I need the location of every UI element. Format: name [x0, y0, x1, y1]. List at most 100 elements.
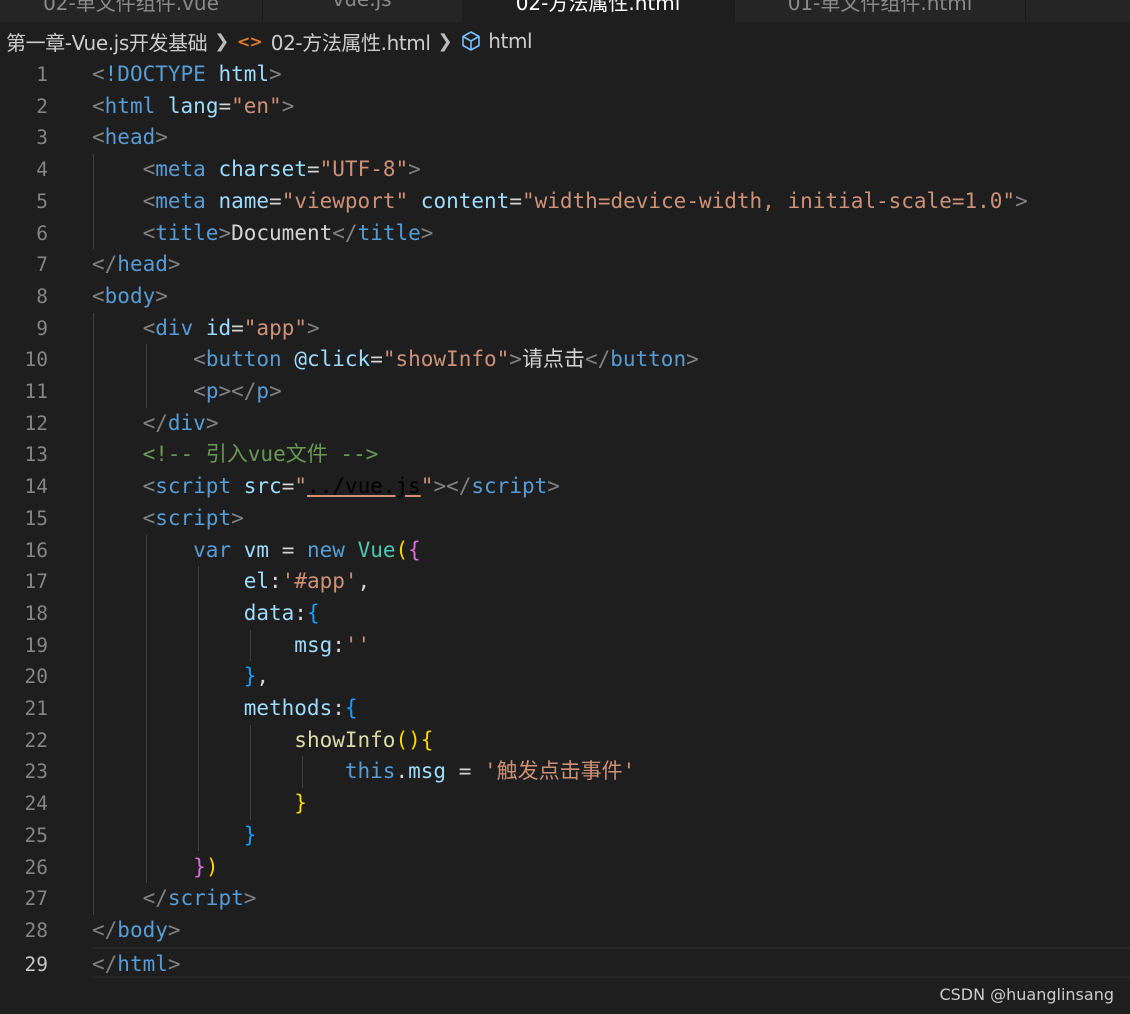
tab-vue-js[interactable]: vue.js	[263, 0, 461, 22]
code-line[interactable]: 25 }	[0, 820, 1130, 852]
code-text: </div>	[92, 408, 219, 440]
code-token: "en"	[231, 93, 282, 118]
code-token: button	[205, 347, 282, 372]
code-token: >	[547, 474, 560, 499]
line-number: 2	[36, 94, 48, 118]
line-number: 15	[24, 506, 48, 530]
code-line[interactable]: 6 <title>Document</title>	[0, 218, 1130, 250]
code-line[interactable]: 15 <script>	[0, 503, 1130, 535]
code-line[interactable]: 12 </div>	[0, 408, 1130, 440]
code-token: >	[155, 283, 168, 308]
code-line[interactable]: 14 <script src="../vue.js"></script>	[0, 471, 1130, 503]
code-line[interactable]: 5 <meta name="viewport" content="width=d…	[0, 186, 1130, 218]
code-token: meta	[155, 188, 206, 213]
code-token: charset	[218, 157, 307, 182]
line-number: 10	[24, 348, 48, 372]
code-token: =	[306, 157, 320, 182]
code-token: ''	[344, 632, 371, 657]
breadcrumb-folder[interactable]: 第一章-Vue.js开发基础	[6, 27, 208, 56]
code-text: </script>	[92, 883, 257, 915]
line-number: 12	[24, 411, 48, 435]
code-text: <meta charset="UTF-8">	[92, 154, 421, 186]
indent-guide	[250, 629, 251, 662]
code-token: =	[231, 315, 244, 340]
code-line[interactable]: 16 var vm = new Vue({	[0, 535, 1130, 567]
line-number: 25	[24, 823, 48, 847]
code-line[interactable]: 27 </script>	[0, 883, 1130, 915]
code-line[interactable]: 19 msg:''	[0, 630, 1130, 662]
indent-guide	[198, 566, 199, 852]
line-number: 28	[24, 918, 48, 942]
line-number: 4	[36, 158, 48, 182]
code-line[interactable]: 18 data:{	[0, 598, 1130, 630]
code-token: >	[269, 62, 282, 86]
code-text: <script>	[92, 503, 244, 535]
code-token: >	[218, 220, 232, 245]
tab-02-method-properties-html[interactable]: 02-方法属性.html	[462, 0, 734, 22]
line-number: 11	[24, 380, 48, 403]
code-line[interactable]: 2 <html lang="en">	[0, 91, 1130, 123]
code-token: title	[357, 220, 421, 245]
tab-01-single-file-component-html[interactable]: 01-单文件组件.html	[735, 0, 1025, 22]
code-line[interactable]: 20 },	[0, 661, 1130, 693]
indent-guide	[93, 312, 94, 915]
tab-label: 01-单文件组件.html	[787, 0, 973, 15]
breadcrumb-symbol[interactable]: html	[488, 29, 532, 53]
line-number: 21	[24, 697, 48, 720]
code-text: <p></p>	[92, 376, 282, 408]
code-line[interactable]: 7 </head>	[0, 249, 1130, 281]
code-line[interactable]: 26 })	[0, 852, 1130, 884]
indent-guide	[250, 724, 251, 820]
code-text: this.msg = '触发点击事件'	[92, 756, 635, 788]
code-text: <meta name="viewport" content="width=dev…	[92, 186, 1028, 218]
code-line[interactable]: 3 <head>	[0, 122, 1130, 154]
code-text: methods:{	[92, 693, 358, 725]
code-text: <button @click="showInfo">请点击</button>	[92, 344, 699, 376]
code-token: :	[269, 569, 282, 594]
tab-02-single-file-component-vue[interactable]: 02-单文件组件.vue	[0, 0, 262, 22]
code-token: "	[294, 474, 307, 499]
code-token: button	[610, 347, 687, 372]
code-token: </	[92, 252, 118, 277]
code-token: >	[509, 347, 522, 372]
code-token: <	[92, 62, 105, 86]
code-line[interactable]: 21 methods:{	[0, 693, 1130, 725]
line-number: 20	[24, 665, 48, 689]
code-token: <	[142, 220, 156, 245]
code-token: >	[231, 505, 244, 530]
code-line[interactable]: 24 }	[0, 788, 1130, 820]
code-token: <	[92, 125, 105, 150]
breadcrumb-file[interactable]: 02-方法属性.html	[271, 27, 431, 56]
code-line[interactable]: 10 <button @click="showInfo">请点击</button…	[0, 344, 1130, 376]
code-token: >	[205, 410, 219, 435]
code-line[interactable]: 17 el:'#app',	[0, 566, 1130, 598]
code-line[interactable]: 4 <meta charset="UTF-8">	[0, 154, 1130, 186]
code-line[interactable]: 13 <!-- 引入vue文件 -->	[0, 439, 1130, 471]
code-line[interactable]: 11 <p></p>	[0, 376, 1130, 408]
code-token: <!-- 引入vue文件 -->	[142, 442, 379, 467]
line-number: 14	[24, 475, 48, 499]
code-token: ></	[433, 474, 472, 499]
code-token: <	[142, 157, 156, 182]
code-line[interactable]: 23 this.msg = '触发点击事件'	[0, 756, 1130, 788]
code-line[interactable]: 1 <!DOCTYPE html>	[0, 59, 1130, 91]
code-line[interactable]: 9 <div id="app">	[0, 313, 1130, 345]
code-token: </	[92, 951, 118, 976]
code-line[interactable]: 8 <body>	[0, 281, 1130, 313]
indent-guide	[146, 344, 147, 408]
code-token: <	[142, 315, 156, 340]
code-line[interactable]: 28 </body>	[0, 915, 1130, 947]
code-line[interactable]: 29 </html>	[25, 946, 1130, 979]
code-token: {	[408, 537, 421, 562]
code-token: msg	[294, 632, 333, 657]
line-number: 24	[24, 792, 48, 816]
code-line[interactable]: 22 showInfo(){	[0, 725, 1130, 757]
code-token: html	[104, 93, 156, 118]
indent-guide	[146, 534, 147, 884]
code-text: </body>	[92, 915, 181, 947]
